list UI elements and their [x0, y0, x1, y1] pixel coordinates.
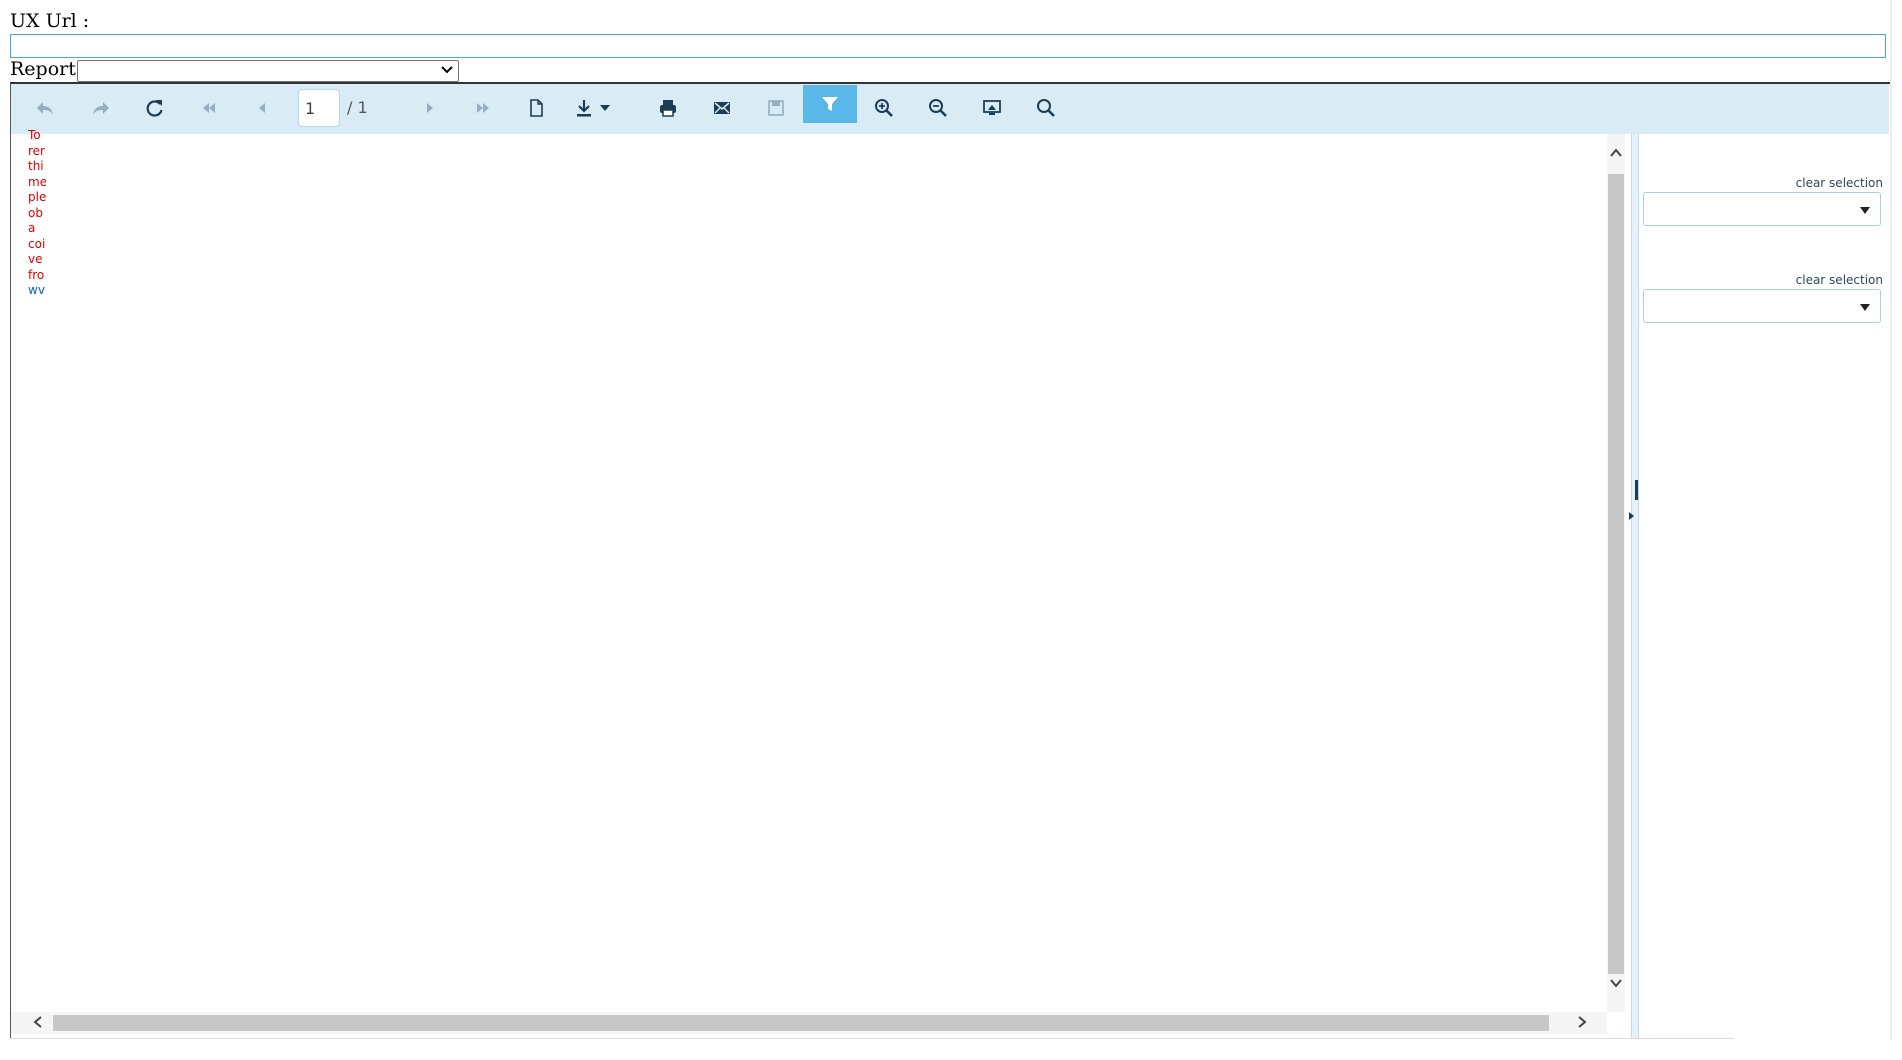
email-icon: [714, 102, 730, 114]
license-message: To rer thi me ple ob a coi ve fro wv: [28, 128, 46, 299]
download-icon: [577, 100, 591, 117]
message-line: me: [28, 174, 46, 189]
back-icon: [37, 102, 53, 115]
ux-url-label: UX Url :: [10, 10, 90, 32]
message-line: ple: [28, 190, 46, 204]
last-page-button[interactable]: [463, 90, 503, 126]
viewer-toolbar: / 1: [11, 84, 1889, 134]
parameters-panel: clear selection clear selection: [1641, 134, 1889, 1038]
document-icon: [530, 99, 543, 117]
message-line: fro: [28, 267, 45, 282]
vertical-scrollbar[interactable]: [1607, 134, 1625, 1012]
refresh-button[interactable]: [135, 90, 175, 126]
next-page-button[interactable]: [409, 90, 449, 126]
last-page-icon: [477, 103, 489, 113]
filter-icon: [822, 97, 838, 111]
report-viewer: / 1: [10, 82, 1890, 1038]
horizontal-scrollbar[interactable]: [11, 1012, 1607, 1034]
download-button[interactable]: [567, 90, 617, 126]
search-icon: [1037, 99, 1055, 117]
divider: [10, 1038, 1734, 1039]
previous-page-button[interactable]: [243, 90, 283, 126]
email-button[interactable]: [702, 90, 742, 126]
message-line: coi: [28, 236, 46, 251]
zoom-out-icon: [929, 99, 947, 117]
save-icon: [768, 100, 784, 116]
clear-selection-link[interactable]: clear selection: [1796, 176, 1883, 190]
message-line: To: [28, 128, 41, 142]
first-page-button[interactable]: [189, 90, 229, 126]
first-page-icon: [203, 103, 215, 113]
panel-splitter[interactable]: [1631, 134, 1639, 1038]
fit-screen-button[interactable]: [972, 90, 1012, 126]
forward-button[interactable]: [81, 90, 121, 126]
report-content: To rer thi me ple ob a coi ve fro wv: [11, 128, 1607, 1012]
splitter-handle[interactable]: [1635, 480, 1638, 500]
scroll-right-icon[interactable]: [1575, 1015, 1589, 1029]
scroll-left-icon[interactable]: [31, 1015, 45, 1029]
zoom-in-icon: [875, 99, 893, 117]
page-total: / 1: [347, 98, 368, 117]
message-line: ve: [28, 252, 43, 266]
forward-icon: [93, 102, 109, 115]
print-button[interactable]: [648, 90, 688, 126]
caret-down-icon: [1860, 207, 1870, 214]
refresh-icon: [146, 100, 163, 117]
fit-screen-icon: [983, 100, 1001, 115]
page-number-input[interactable]: [298, 89, 340, 127]
message-line: rer: [28, 143, 45, 158]
save-button[interactable]: [756, 90, 796, 126]
message-line: ob: [28, 205, 43, 220]
message-link[interactable]: wv: [28, 283, 46, 299]
previous-page-icon: [259, 103, 265, 113]
zoom-in-button[interactable]: [864, 90, 904, 126]
filter-button[interactable]: [803, 85, 857, 123]
divider: [1890, 0, 1892, 1040]
message-line: thi: [28, 159, 44, 173]
search-button[interactable]: [1026, 90, 1066, 126]
message-line: a: [28, 221, 36, 235]
parameter-select[interactable]: [1643, 289, 1881, 323]
collapse-arrow-icon[interactable]: [1629, 512, 1634, 520]
vertical-scroll-thumb[interactable]: [1608, 174, 1624, 974]
print-icon: [660, 100, 676, 117]
scroll-down-icon[interactable]: [1609, 976, 1623, 990]
clear-selection-link[interactable]: clear selection: [1796, 273, 1883, 287]
caret-down-icon: [1860, 304, 1870, 311]
back-button[interactable]: [25, 90, 65, 126]
zoom-out-button[interactable]: [918, 90, 958, 126]
caret-down-icon: [600, 105, 610, 111]
report-select[interactable]: [77, 60, 459, 82]
scroll-up-icon[interactable]: [1609, 146, 1623, 160]
document-button[interactable]: [516, 90, 556, 126]
next-page-icon: [427, 103, 433, 113]
chevron-down-icon: [441, 66, 453, 74]
ux-url-input[interactable]: [10, 34, 1886, 58]
horizontal-scroll-thumb[interactable]: [53, 1015, 1549, 1031]
parameter-select[interactable]: [1643, 192, 1881, 226]
